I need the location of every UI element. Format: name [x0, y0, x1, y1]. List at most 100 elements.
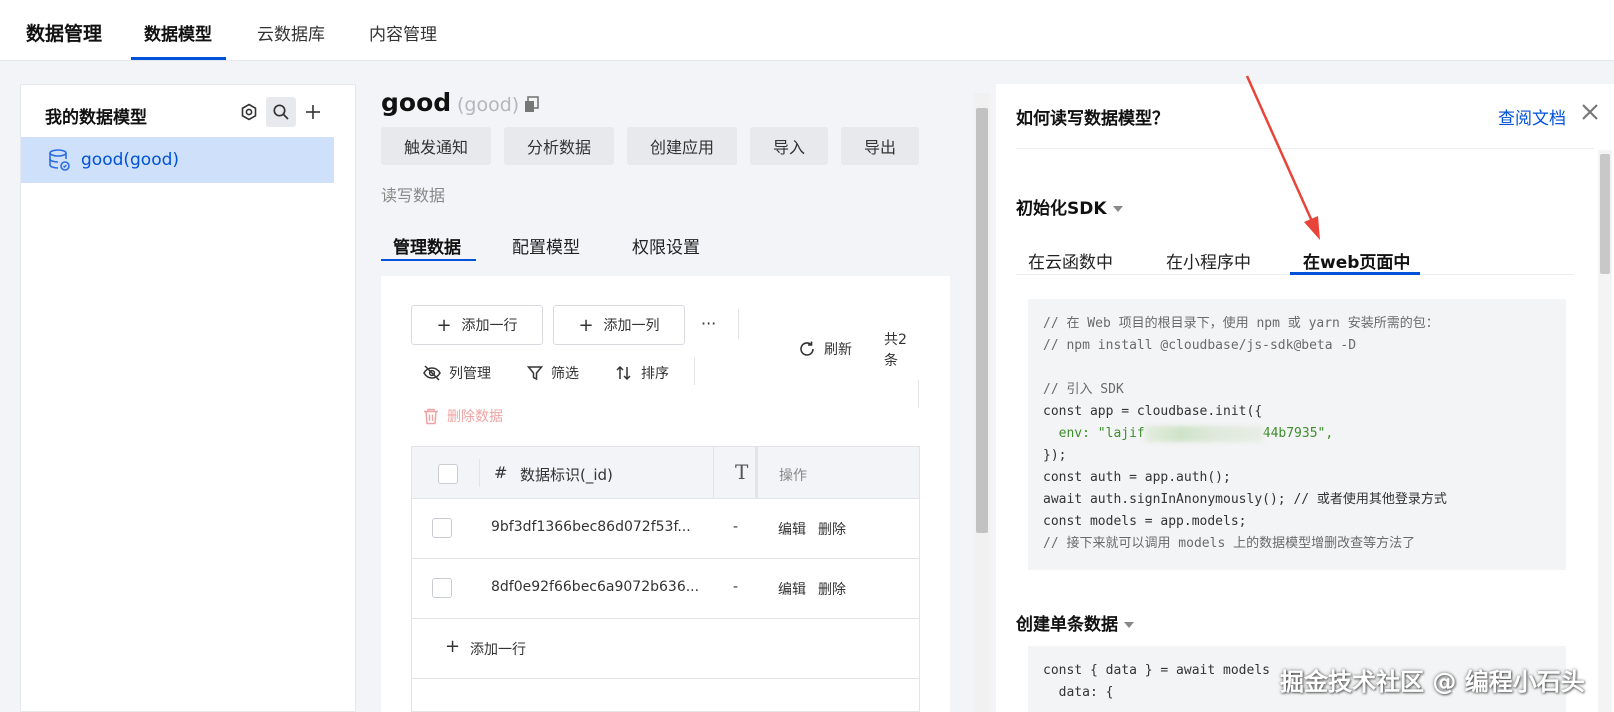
section-label: 读写数据: [381, 186, 446, 205]
code-line: });: [1043, 448, 1067, 463]
redacted-region: [1144, 425, 1263, 442]
divider: [479, 459, 480, 487]
column-header-id[interactable]: 数据标识(_id): [520, 464, 613, 485]
add-model-icon[interactable]: [298, 97, 328, 127]
panel-heading: 如何读写数据模型？: [1016, 109, 1169, 129]
tab-mini-program[interactable]: 在小程序中: [1166, 248, 1251, 273]
sidebar-item-label: good(good): [81, 150, 180, 170]
code-line: const { data } = await models: [1043, 663, 1270, 678]
tab-configure-model[interactable]: 配置模型: [512, 233, 580, 258]
hash-icon: #: [494, 463, 508, 482]
row-id: 8df0e92f66bec6a9072b636...: [491, 579, 700, 595]
settings-icon[interactable]: [234, 97, 264, 127]
code-line: const app = cloudbase.init({: [1043, 404, 1263, 419]
add-row-footer[interactable]: + 添加一行: [412, 619, 919, 679]
more-options-icon[interactable]: ···: [701, 314, 716, 333]
delete-data-button[interactable]: 删除数据: [423, 406, 503, 426]
tab-web-page[interactable]: 在web页面中: [1303, 248, 1410, 273]
analyze-data-button[interactable]: 分析数据: [504, 127, 614, 165]
edit-link[interactable]: 编辑: [778, 579, 806, 599]
table-header: # 数据标识(_id) T 操作: [412, 447, 919, 499]
total-count: 共2条: [884, 332, 907, 369]
section-init-sdk[interactable]: 初始化SDK: [1016, 194, 1123, 219]
code-block-init: // 在 Web 项目的根目录下，使用 npm 或 yarn 安装所需的包： /…: [1028, 299, 1566, 570]
divider: [738, 309, 739, 339]
model-title: good: [381, 88, 452, 117]
close-icon[interactable]: [1578, 100, 1602, 124]
filter-button[interactable]: 筛选: [527, 363, 579, 383]
nav-tab-content-management[interactable]: 内容管理: [369, 20, 437, 45]
eye-off-icon: [423, 365, 441, 381]
sidebar-title: 我的数据模型: [45, 108, 147, 128]
row-checkbox[interactable]: [432, 578, 452, 598]
section-title: 初始化SDK: [1016, 199, 1107, 219]
export-button[interactable]: 导出: [841, 127, 919, 165]
sort-button[interactable]: 排序: [615, 363, 669, 383]
delete-link[interactable]: 删除: [818, 519, 846, 539]
model-identifier: (good): [457, 94, 520, 116]
search-icon[interactable]: [266, 97, 296, 127]
code-line: await auth.signInAnonymously(); // 或者使用其…: [1043, 492, 1447, 507]
copy-icon[interactable]: [524, 96, 539, 113]
row-id: 9bf3df1366bec86d072f53f...: [491, 519, 691, 535]
row-value: -: [733, 519, 739, 535]
code-line: const models = app.models;: [1043, 514, 1247, 529]
watermark: 掘金技术社区 @ 编程小石头: [1280, 668, 1585, 696]
filter-label: 筛选: [551, 366, 579, 382]
code-line: // 接下来就可以调用 models 上的数据模型增删改查等方法了: [1043, 536, 1416, 551]
plus-icon: +: [578, 314, 594, 336]
tab-manage-data[interactable]: 管理数据: [393, 233, 461, 258]
code-line: // 引入 SDK: [1043, 382, 1124, 397]
help-panel: 如何读写数据模型？ 查阅文档 初始化SDK 在云函数中 在小程序中 在web页面…: [996, 84, 1614, 712]
table-row[interactable]: 9bf3df1366bec86d072f53f... - 编辑 删除: [412, 499, 919, 559]
scrollbar[interactable]: [1598, 150, 1612, 712]
delete-link[interactable]: 删除: [818, 579, 846, 599]
add-column-label: 添加一列: [603, 318, 660, 334]
scrollbar-thumb[interactable]: [1600, 154, 1610, 274]
caret-down-icon: [1124, 622, 1134, 628]
filter-icon: [527, 366, 543, 381]
nav-tab-data-model[interactable]: 数据模型: [144, 20, 212, 45]
section-title: 创建单条数据: [1016, 615, 1118, 635]
refresh-icon: [800, 341, 814, 356]
tab-active-indicator: [381, 259, 476, 261]
divider: [918, 380, 919, 408]
edit-link[interactable]: 编辑: [778, 519, 806, 539]
plus-icon: +: [445, 636, 461, 657]
column-manage-button[interactable]: 列管理: [423, 363, 491, 383]
add-column-button[interactable]: + 添加一列: [553, 305, 685, 345]
caret-down-icon: [1112, 206, 1123, 212]
tab-cloud-function[interactable]: 在云函数中: [1028, 248, 1113, 273]
import-button[interactable]: 导入: [750, 127, 828, 165]
sidebar-item-good[interactable]: good(good): [21, 137, 334, 183]
view-docs-link[interactable]: 查阅文档: [1498, 104, 1566, 129]
code-line: // 在 Web 项目的根目录下，使用 npm 或 yarn 安装所需的包：: [1043, 316, 1439, 331]
database-icon: [49, 149, 70, 171]
section-create-single[interactable]: 创建单条数据: [1016, 610, 1134, 635]
data-table: # 数据标识(_id) T 操作 9bf3df1366bec86d072f53f…: [411, 446, 920, 712]
select-all-checkbox[interactable]: [438, 464, 458, 484]
nav-active-indicator: [131, 57, 226, 60]
app-title: 数据管理: [26, 23, 103, 45]
row-checkbox[interactable]: [432, 518, 452, 538]
refresh-button[interactable]: 刷新: [798, 339, 852, 359]
sort-icon: [616, 365, 631, 381]
divider: [694, 357, 695, 385]
trash-icon: [424, 408, 438, 424]
table-row[interactable]: 8df0e92f66bec6a9072b636... - 编辑 删除: [412, 559, 919, 619]
plus-icon: +: [436, 314, 452, 336]
create-app-button[interactable]: 创建应用: [627, 127, 737, 165]
delete-data-label: 删除数据: [447, 409, 503, 425]
code-line: data: {: [1058, 685, 1114, 700]
add-row-button[interactable]: + 添加一行: [411, 305, 543, 345]
add-row-label: 添加一行: [470, 642, 526, 658]
column-header-operations: 操作: [779, 468, 807, 484]
trigger-notification-button[interactable]: 触发通知: [381, 127, 491, 165]
scrollbar-thumb[interactable]: [976, 108, 988, 533]
nav-tab-cloud-db[interactable]: 云数据库: [257, 20, 325, 45]
refresh-label: 刷新: [824, 342, 852, 358]
text-type-icon: T: [735, 460, 749, 484]
code-line: env: "lajif: [1058, 426, 1145, 441]
column-manage-label: 列管理: [449, 366, 491, 382]
tab-permission-settings[interactable]: 权限设置: [632, 233, 700, 258]
